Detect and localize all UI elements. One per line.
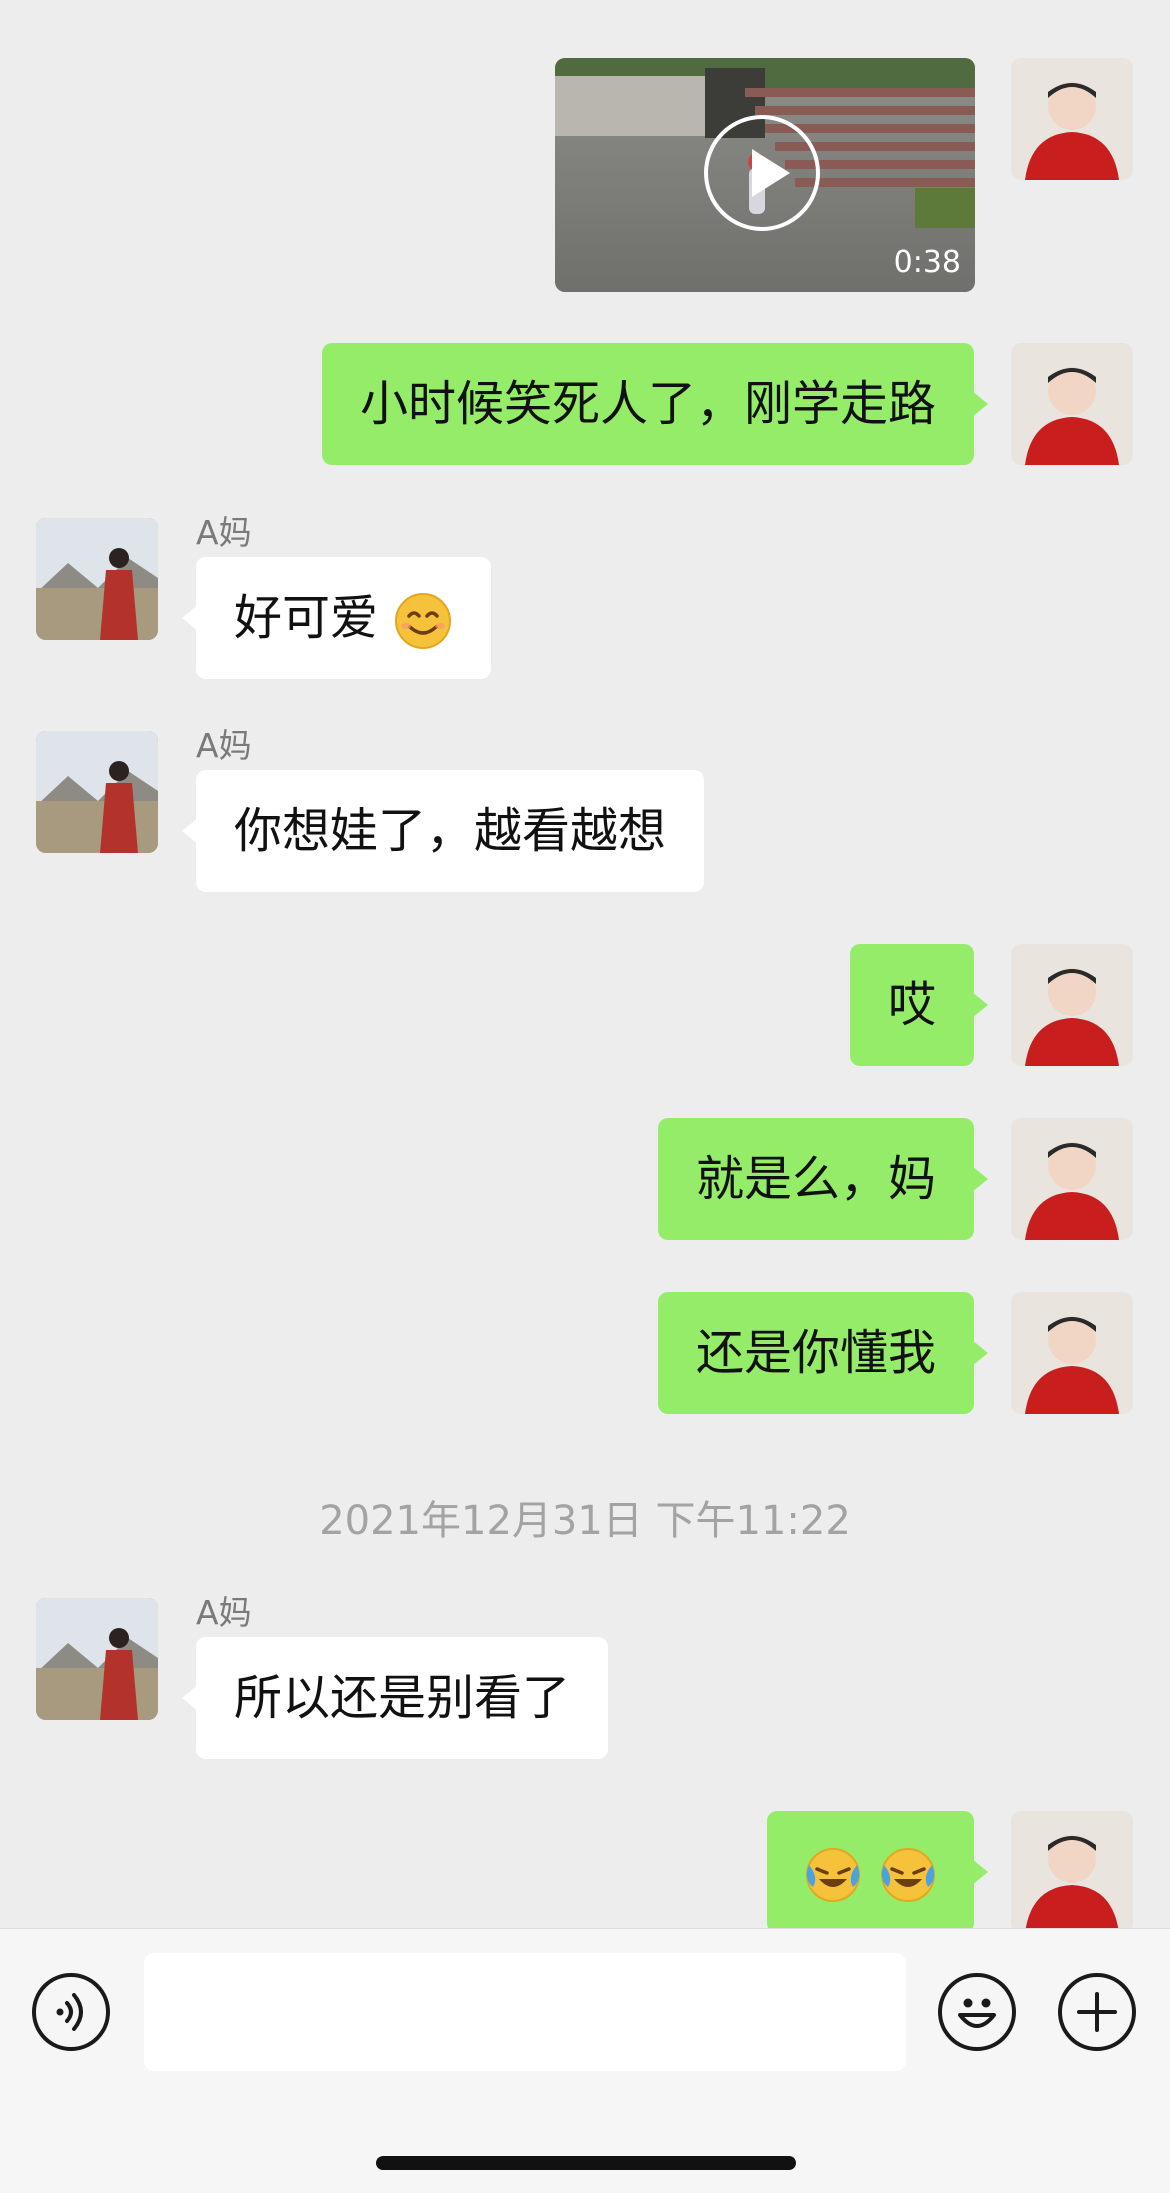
message-text: 还是你懂我: [695, 1325, 936, 1381]
chat-timestamp: 2021年12月31日 下午11:22: [319, 1498, 851, 1544]
message-bubble[interactable]: 小时候笑死人了，刚学走路: [321, 343, 989, 465]
contact-avatar[interactable]: [36, 731, 158, 853]
message-text: 就是么，妈: [695, 1151, 936, 1207]
message-bubble[interactable]: 好可爱: [181, 557, 492, 679]
self-avatar[interactable]: [1011, 58, 1133, 180]
message-bubble[interactable]: 你想娃了，越看越想: [181, 770, 705, 892]
play-icon[interactable]: [704, 115, 820, 231]
sender-name: A妈: [196, 513, 252, 552]
message-text: 所以还是别看了: [234, 1670, 571, 1726]
message-text: 哎: [887, 977, 936, 1033]
input-toolbar: [0, 1928, 1170, 2193]
emoji-icon[interactable]: [938, 1973, 1016, 2051]
contact-avatar[interactable]: [36, 1598, 158, 1720]
face-with-tears-of-joy-emoji: [881, 1848, 935, 1902]
message-input[interactable]: [144, 1953, 906, 2071]
message-text: 你想娃了，越看越想: [234, 803, 667, 859]
self-avatar[interactable]: [1011, 1118, 1133, 1240]
message-bubble[interactable]: 哎: [849, 944, 989, 1066]
home-indicator[interactable]: [376, 2156, 796, 2170]
message-text: 小时候笑死人了，刚学走路: [359, 376, 936, 432]
self-avatar[interactable]: [1011, 343, 1133, 465]
sender-name: A妈: [196, 1593, 252, 1632]
self-avatar[interactable]: [1011, 1292, 1133, 1414]
message-text: 好可爱: [234, 590, 379, 646]
voice-icon[interactable]: [32, 1973, 110, 2051]
smiling-face-emoji: [395, 593, 452, 649]
self-avatar[interactable]: [1011, 944, 1133, 1066]
contact-avatar[interactable]: [36, 518, 158, 640]
face-with-tears-of-joy-emoji: [805, 1848, 860, 1902]
chat-history: 0:38 小时候笑死人了，刚学走路 A妈 好可爱 A妈 你想娃了，越看越想 哎: [0, 0, 1170, 1928]
self-avatar[interactable]: [1011, 1811, 1133, 1928]
video-duration: 0:38: [893, 245, 961, 280]
sender-name: A妈: [196, 726, 252, 765]
plus-icon[interactable]: [1058, 1973, 1136, 2051]
message-bubble[interactable]: 所以还是别看了: [181, 1637, 609, 1759]
message-bubble[interactable]: 就是么，妈: [657, 1118, 989, 1240]
emoji-message-bubble[interactable]: [766, 1811, 989, 1928]
video-message[interactable]: 0:38: [555, 58, 975, 292]
message-bubble[interactable]: 还是你懂我: [657, 1292, 989, 1414]
